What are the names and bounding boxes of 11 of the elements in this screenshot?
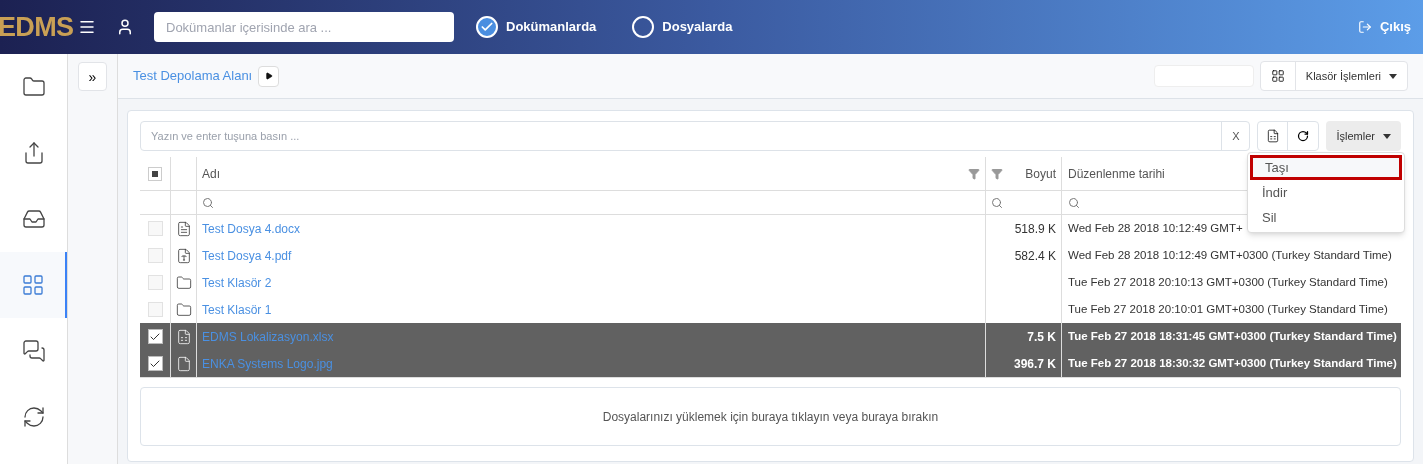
modified-date: Tue Feb 27 2018 20:10:13 GMT+0300 (Turkey Standard Time)	[1068, 274, 1388, 290]
file-size: 582.4 K	[1014, 247, 1056, 265]
dropzone-text: Dosyalarınızı yüklemek için buraya tıklayın veya buraya bırakın	[602, 408, 939, 426]
file-size: 7.5 K	[1027, 328, 1056, 346]
modified-date: Wed Feb 28 2018 10:12:49 GMT+0300 (Turkey Standard Time)	[1068, 247, 1392, 263]
modified-date: Tue Feb 27 2018 18:31:45 GMT+0300 (Turkey Standard Time)	[1068, 328, 1397, 344]
modified-date: Tue Feb 27 2018 20:10:01 GMT+0300 (Turkey Standard Time)	[1068, 301, 1388, 317]
file-size: 396.7 K	[1013, 355, 1056, 373]
modified-date: Wed Feb 28 2018 10:12:49 GMT+	[1068, 220, 1243, 236]
modified-date: Tue Feb 27 2018 18:30:32 GMT+0300 (Turkey Standard Time)	[1068, 355, 1397, 371]
file-size: 518.9 K	[1014, 220, 1056, 238]
